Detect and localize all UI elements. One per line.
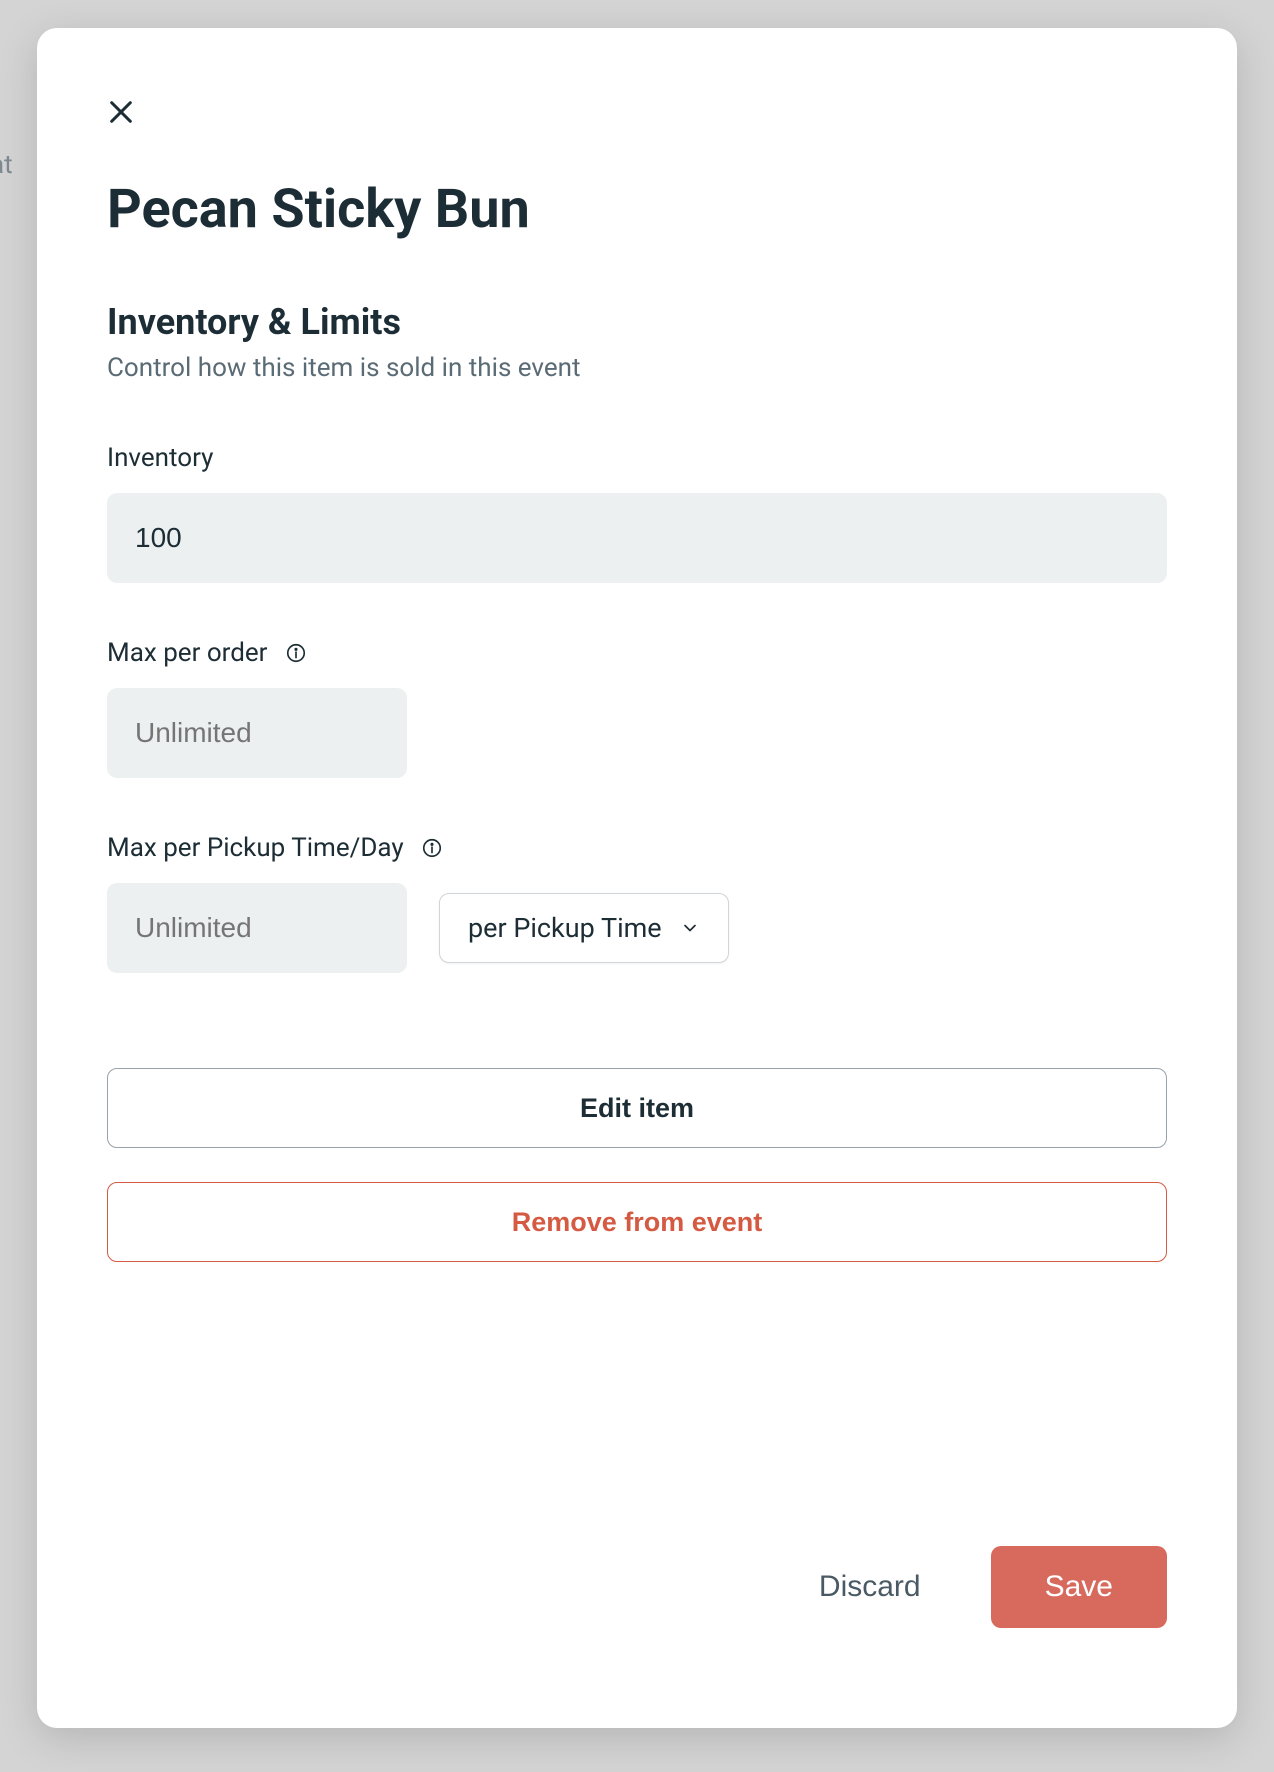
- save-button[interactable]: Save: [991, 1546, 1167, 1628]
- max-per-pickup-input[interactable]: [107, 883, 407, 973]
- max-per-order-group: Max per order: [107, 638, 1167, 778]
- info-icon[interactable]: [420, 836, 444, 860]
- item-settings-modal: Pecan Sticky Bun Inventory & Limits Cont…: [37, 28, 1237, 1728]
- modal-overlay: Pecan Sticky Bun Inventory & Limits Cont…: [0, 0, 1274, 1772]
- remove-from-event-button[interactable]: Remove from event: [107, 1182, 1167, 1262]
- close-icon: [105, 96, 137, 128]
- modal-content: Pecan Sticky Bun Inventory & Limits Cont…: [107, 178, 1167, 1658]
- inventory-group: Inventory: [107, 443, 1167, 583]
- max-per-order-input[interactable]: [107, 688, 407, 778]
- close-button[interactable]: [101, 92, 141, 132]
- max-per-pickup-group: Max per Pickup Time/Day per Pickup Time: [107, 833, 1167, 973]
- modal-footer: Discard Save: [107, 1496, 1167, 1658]
- section-heading: Inventory & Limits: [107, 301, 1167, 343]
- max-per-order-label: Max per order: [107, 638, 268, 668]
- pickup-period-select[interactable]: per Pickup Time: [439, 893, 729, 963]
- inventory-input[interactable]: [107, 493, 1167, 583]
- inventory-label: Inventory: [107, 443, 213, 473]
- max-per-pickup-label: Max per Pickup Time/Day: [107, 833, 404, 863]
- discard-button[interactable]: Discard: [799, 1560, 941, 1614]
- action-buttons: Edit item Remove from event: [107, 1068, 1167, 1262]
- modal-title: Pecan Sticky Bun: [107, 178, 1167, 241]
- section-subheading: Control how this item is sold in this ev…: [107, 353, 1167, 383]
- info-icon[interactable]: [284, 641, 308, 665]
- chevron-down-icon: [680, 918, 700, 938]
- edit-item-button[interactable]: Edit item: [107, 1068, 1167, 1148]
- pickup-period-value: per Pickup Time: [468, 912, 662, 944]
